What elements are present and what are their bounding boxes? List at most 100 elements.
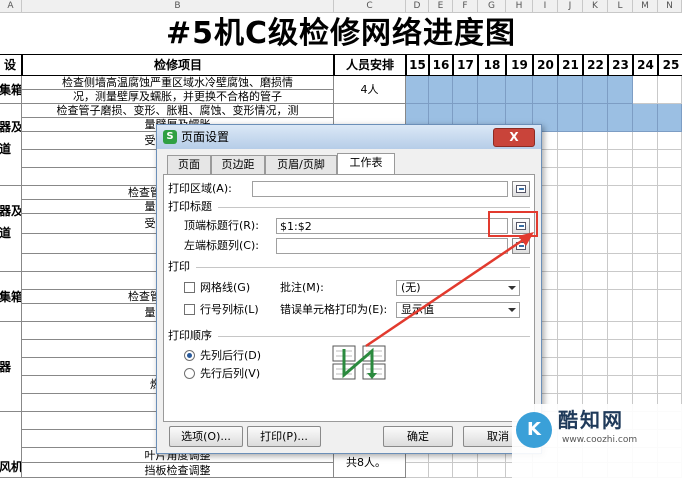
- gantt-filled-cell[interactable]: [558, 76, 583, 104]
- over-then-down-radio[interactable]: [184, 368, 195, 379]
- column-header-e[interactable]: E: [429, 0, 453, 13]
- item-cell[interactable]: 检查管子磨损、变形、胀粗、腐蚀、变形情况，测: [22, 104, 334, 118]
- column-header-k[interactable]: K: [583, 0, 608, 13]
- gantt-empty-cell[interactable]: [583, 376, 608, 394]
- gridlines-checkbox[interactable]: [184, 282, 195, 293]
- gantt-empty-cell[interactable]: [583, 234, 608, 254]
- header-day-20[interactable]: 20: [533, 54, 558, 76]
- header-day-17[interactable]: 17: [453, 54, 478, 76]
- header-day-22[interactable]: 22: [583, 54, 608, 76]
- gantt-empty-cell[interactable]: [406, 463, 429, 478]
- cell-errors-select[interactable]: 显示值: [396, 302, 520, 318]
- header-day-18[interactable]: 18: [478, 54, 506, 76]
- header-equipment[interactable]: 设备: [0, 54, 22, 92]
- gantt-empty-cell[interactable]: [583, 358, 608, 376]
- gantt-empty-cell[interactable]: [608, 234, 633, 254]
- gantt-empty-cell[interactable]: [633, 254, 658, 272]
- gantt-empty-cell[interactable]: [453, 463, 478, 478]
- gantt-filled-cell[interactable]: [406, 76, 429, 104]
- gantt-filled-cell[interactable]: [453, 76, 478, 104]
- gantt-empty-cell[interactable]: [608, 150, 633, 168]
- gantt-empty-cell[interactable]: [608, 132, 633, 150]
- comments-select[interactable]: (无): [396, 280, 520, 296]
- header-day-19[interactable]: 19: [506, 54, 533, 76]
- column-header-h[interactable]: H: [506, 0, 533, 13]
- gantt-filled-cell[interactable]: [583, 76, 608, 104]
- gantt-empty-cell[interactable]: [658, 254, 682, 272]
- gantt-empty-cell[interactable]: [558, 340, 583, 358]
- print-button[interactable]: 打印(P)...: [247, 426, 321, 447]
- down-then-over-radio[interactable]: [184, 350, 195, 361]
- gantt-filled-cell[interactable]: [658, 104, 682, 132]
- item-cell[interactable]: 挡板检查调整: [22, 463, 334, 478]
- gantt-empty-cell[interactable]: [558, 376, 583, 394]
- gantt-empty-cell[interactable]: [658, 376, 682, 394]
- gantt-empty-cell[interactable]: [658, 132, 682, 150]
- gantt-empty-cell[interactable]: [583, 340, 608, 358]
- header-day-25[interactable]: 25: [658, 54, 682, 76]
- gantt-empty-cell[interactable]: [478, 463, 506, 478]
- options-button[interactable]: 选项(O)...: [169, 426, 243, 447]
- gantt-empty-cell[interactable]: [633, 290, 658, 322]
- gantt-empty-cell[interactable]: [608, 214, 633, 234]
- column-header-b[interactable]: B: [22, 0, 334, 13]
- gantt-empty-cell[interactable]: [658, 290, 682, 322]
- gantt-filled-cell[interactable]: [583, 104, 608, 132]
- gantt-empty-cell[interactable]: [558, 234, 583, 254]
- gantt-empty-cell[interactable]: [558, 214, 583, 234]
- header-staff[interactable]: 人员安排: [334, 54, 406, 76]
- dialog-titlebar[interactable]: S 页面设置 X: [157, 125, 541, 149]
- column-header-f[interactable]: F: [453, 0, 478, 13]
- gantt-empty-cell[interactable]: [558, 254, 583, 272]
- column-header-i[interactable]: I: [533, 0, 558, 13]
- gantt-filled-cell[interactable]: [558, 104, 583, 132]
- item-cell[interactable]: 检查侧墙高温腐蚀严重区域水冷壁腐蚀、磨损情: [22, 76, 334, 90]
- gantt-empty-cell[interactable]: [558, 290, 583, 322]
- gantt-filled-cell[interactable]: [633, 104, 658, 132]
- gantt-empty-cell[interactable]: [558, 272, 583, 290]
- gantt-empty-cell[interactable]: [633, 376, 658, 394]
- gantt-empty-cell[interactable]: [633, 234, 658, 254]
- close-button[interactable]: X: [493, 128, 535, 147]
- gantt-empty-cell[interactable]: [608, 272, 633, 290]
- left-cols-picker-button[interactable]: [512, 238, 530, 254]
- gantt-empty-cell[interactable]: [658, 322, 682, 340]
- header-day-21[interactable]: 21: [558, 54, 583, 76]
- tab-sheet[interactable]: 工作表: [337, 153, 395, 175]
- gantt-empty-cell[interactable]: [658, 214, 682, 234]
- gantt-empty-cell[interactable]: [583, 322, 608, 340]
- item-cell[interactable]: 况，测量壁厚及蠕胀，并更换不合格的管子: [22, 90, 334, 104]
- sheet-title[interactable]: #5机C级检修网络进度图: [0, 14, 682, 54]
- header-day-16[interactable]: 16: [429, 54, 453, 76]
- gantt-empty-cell[interactable]: [583, 272, 608, 290]
- gantt-filled-cell[interactable]: [533, 76, 558, 104]
- header-item[interactable]: 检修项目: [22, 54, 334, 76]
- gantt-empty-cell[interactable]: [633, 186, 658, 214]
- left-cols-input[interactable]: [276, 238, 508, 254]
- gantt-empty-cell[interactable]: [658, 76, 682, 104]
- gantt-empty-cell[interactable]: [558, 150, 583, 168]
- gantt-empty-cell[interactable]: [558, 358, 583, 376]
- staff-cell[interactable]: 4人: [334, 76, 406, 104]
- tab-header-footer[interactable]: 页眉/页脚: [265, 155, 337, 174]
- gantt-empty-cell[interactable]: [608, 322, 633, 340]
- gantt-empty-cell[interactable]: [608, 340, 633, 358]
- gantt-empty-cell[interactable]: [583, 186, 608, 214]
- gantt-empty-cell[interactable]: [558, 132, 583, 150]
- gantt-empty-cell[interactable]: [633, 340, 658, 358]
- gantt-empty-cell[interactable]: [583, 150, 608, 168]
- gantt-empty-cell[interactable]: [658, 234, 682, 254]
- row-col-headers-checkbox[interactable]: [184, 304, 195, 315]
- gantt-empty-cell[interactable]: [658, 186, 682, 214]
- gantt-filled-cell[interactable]: [478, 76, 506, 104]
- tab-page[interactable]: 页面: [167, 155, 211, 174]
- gantt-empty-cell[interactable]: [633, 150, 658, 168]
- gantt-empty-cell[interactable]: [658, 340, 682, 358]
- gantt-empty-cell[interactable]: [633, 214, 658, 234]
- tab-margins[interactable]: 页边距: [211, 155, 265, 174]
- column-header-d[interactable]: D: [406, 0, 429, 13]
- ok-button[interactable]: 确定: [383, 426, 453, 447]
- header-day-24[interactable]: 24: [633, 54, 658, 76]
- gantt-filled-cell[interactable]: [608, 104, 633, 132]
- gantt-empty-cell[interactable]: [633, 76, 658, 104]
